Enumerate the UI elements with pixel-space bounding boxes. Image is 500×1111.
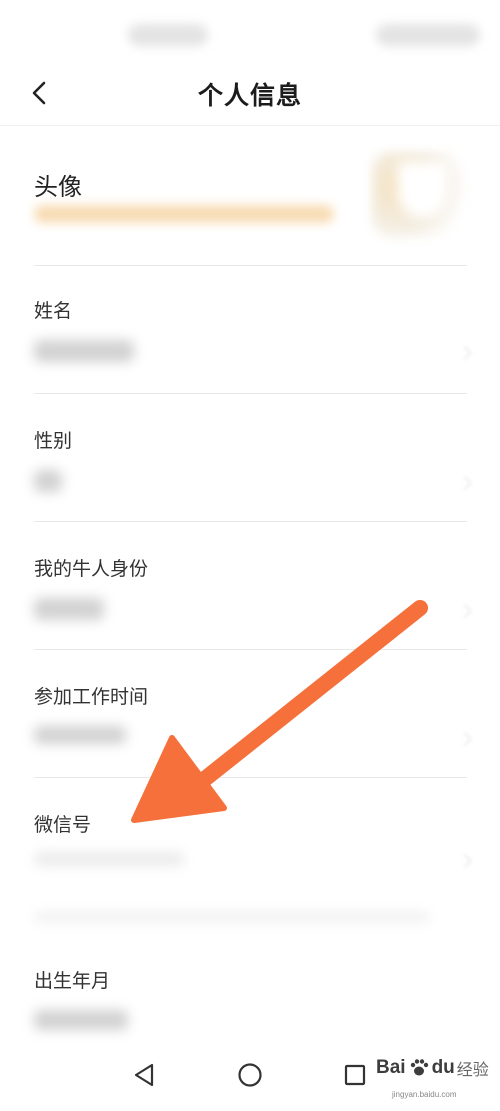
status-bar (0, 0, 500, 70)
gender-value-blurred (34, 470, 62, 492)
identity-value-blurred (34, 598, 104, 620)
sys-recent-button[interactable] (340, 1060, 370, 1090)
row-label-work-start: 参加工作时间 (34, 686, 149, 708)
avatar-highlight-blur (34, 205, 334, 223)
nav-bar: 个人信息 (0, 62, 500, 126)
triangle-back-icon (134, 1063, 154, 1087)
name-value-blurred (34, 340, 134, 362)
watermark-brand: Bai (376, 1057, 406, 1078)
chevron-right-icon (457, 731, 473, 747)
paw-icon (410, 1059, 428, 1076)
sys-back-button[interactable] (130, 1060, 160, 1090)
wechat-hint-blurred (34, 912, 430, 922)
birth-value-blurred (34, 1010, 128, 1030)
row-label-birth: 出生年月 (34, 970, 111, 992)
sys-home-button[interactable] (235, 1060, 265, 1090)
baidu-watermark: Bai du 经验 (376, 1056, 489, 1080)
wechat-value-blurred (34, 852, 184, 866)
row-identity[interactable]: 我的牛人身份 (0, 522, 500, 650)
status-blur-right (376, 24, 480, 46)
watermark-brand-suffix: du (431, 1057, 455, 1078)
work-start-value-blurred (34, 726, 126, 744)
row-birth[interactable]: 出生年月 (0, 940, 500, 1040)
avatar-shape (398, 162, 448, 218)
watermark-url: jingyan.baidu.com (392, 1090, 457, 1099)
chevron-right-icon (457, 853, 473, 869)
circle-home-icon (238, 1063, 262, 1087)
chevron-right-icon (457, 345, 473, 361)
chevron-right-icon (457, 475, 473, 491)
row-label-avatar: 头像 (34, 173, 82, 201)
row-label-wechat: 微信号 (34, 814, 92, 836)
row-gender[interactable]: 性别 (0, 394, 500, 522)
row-label-gender: 性别 (34, 430, 73, 452)
row-name[interactable]: 姓名 (0, 266, 500, 394)
chevron-right-icon (457, 603, 473, 619)
square-recent-icon (344, 1064, 366, 1086)
status-blur-left (128, 24, 208, 46)
row-label-name: 姓名 (34, 300, 73, 322)
page-title: 个人信息 (197, 81, 302, 110)
row-wechat[interactable]: 微信号 (0, 778, 500, 928)
watermark-sub: 经验 (456, 1060, 489, 1079)
row-work-start[interactable]: 参加工作时间 (0, 650, 500, 778)
row-label-identity: 我的牛人身份 (34, 558, 149, 580)
